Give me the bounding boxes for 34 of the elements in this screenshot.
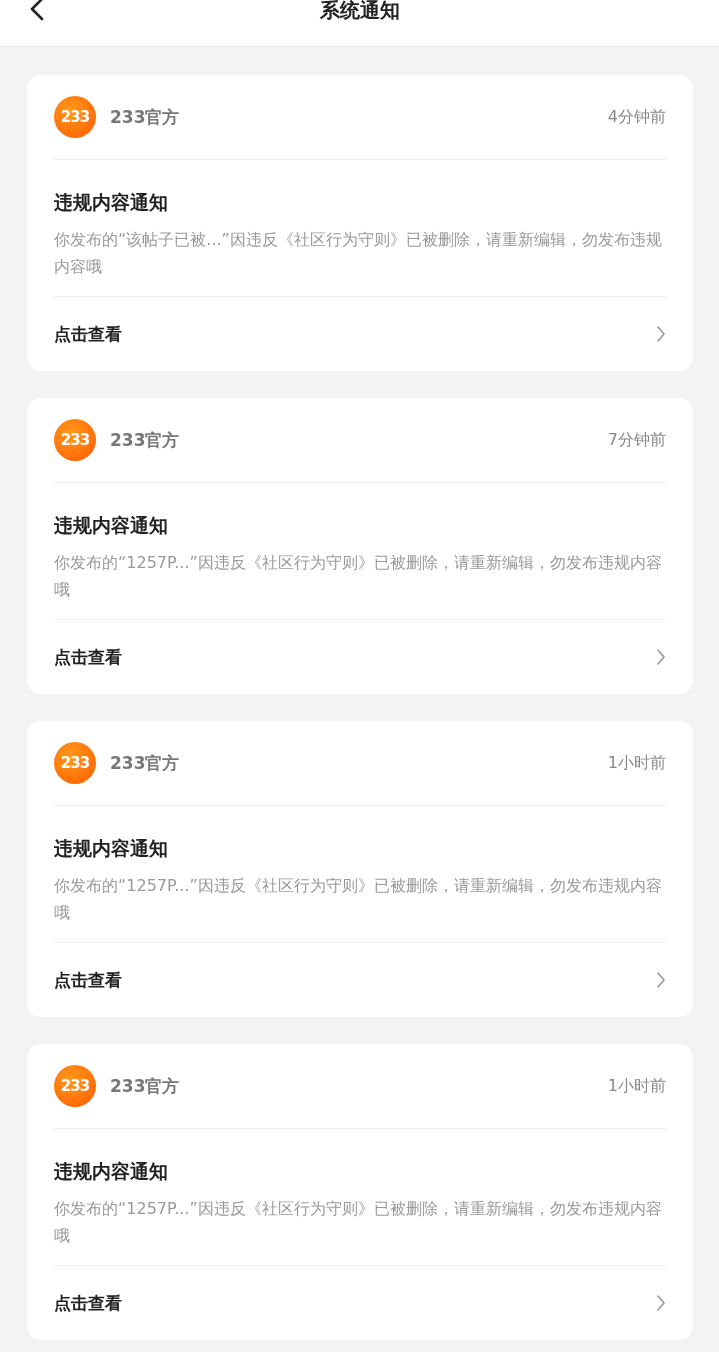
timestamp: 4分钟前	[607, 106, 666, 128]
view-link[interactable]: 点击查看	[54, 645, 122, 669]
chevron-right-icon	[656, 325, 666, 343]
sender-name: 233官方	[110, 428, 180, 452]
notice-text: 你发布的“1257P...”因违反《社区行为守则》已被删除，请重新编辑，勿发布违规内容哦	[54, 875, 663, 924]
chevron-right-icon	[656, 971, 666, 989]
timestamp: 7分钟前	[607, 429, 666, 451]
notice-card[interactable]: 233 233官方 4分钟前 违规内容通知 你发布的“该帖子已被...”因违反《社区行为守则》已被删除，请重新编辑，勿发布违规内容哦 点击查看	[27, 75, 693, 371]
logo: 233	[54, 96, 96, 138]
notice-title: 违规内容通知	[54, 836, 169, 861]
notice-card[interactable]: 233 233官方 1小时前 违规内容通知 你发布的“1257P...”因违反《社区行为守则》已被删除，请重新编辑，勿发布违规内容哦 点击查看	[27, 1044, 693, 1340]
notice-card[interactable]: 233 233官方 7分钟前 违规内容通知 你发布的“1257P...”因违反《社区行为守则》已被删除，请重新编辑，勿发布违规内容哦 点击查看	[27, 398, 693, 694]
logo: 233	[54, 742, 96, 784]
timestamp: 1小时前	[607, 1075, 666, 1097]
logo: 233	[54, 419, 96, 461]
notice-title: 违规内容通知	[54, 513, 169, 538]
timestamp: 1小时前	[607, 752, 666, 774]
view-link[interactable]: 点击查看	[54, 322, 122, 346]
notice-title: 违规内容通知	[54, 1159, 169, 1184]
page-title: 系统通知	[319, 0, 400, 20]
chevron-right-icon	[656, 1294, 666, 1312]
notice-text: 你发布的“1257P...”因违反《社区行为守则》已被删除，请重新编辑，勿发布违规内容哦	[54, 1198, 663, 1247]
sender-name: 233官方	[110, 751, 180, 775]
notice-text: 你发布的“1257P...”因违反《社区行为守则》已被删除，请重新编辑，勿发布违规内容哦	[54, 552, 663, 601]
logo: 233	[54, 1065, 96, 1107]
chevron-right-icon	[656, 648, 666, 666]
notice-title: 违规内容通知	[54, 190, 169, 215]
sender-name: 233官方	[110, 105, 180, 129]
back-icon[interactable]	[28, 0, 46, 21]
view-link[interactable]: 点击查看	[54, 968, 122, 992]
notice-text: 你发布的“该帖子已被...”因违反《社区行为守则》已被删除，请重新编辑，勿发布违规内容哦	[54, 229, 663, 278]
notice-card[interactable]: 233 233官方 1小时前 违规内容通知 你发布的“1257P...”因违反《社区行为守则》已被删除，请重新编辑，勿发布违规内容哦 点击查看	[27, 721, 693, 1017]
sender-name: 233官方	[110, 1074, 180, 1098]
view-link[interactable]: 点击查看	[54, 1291, 122, 1315]
